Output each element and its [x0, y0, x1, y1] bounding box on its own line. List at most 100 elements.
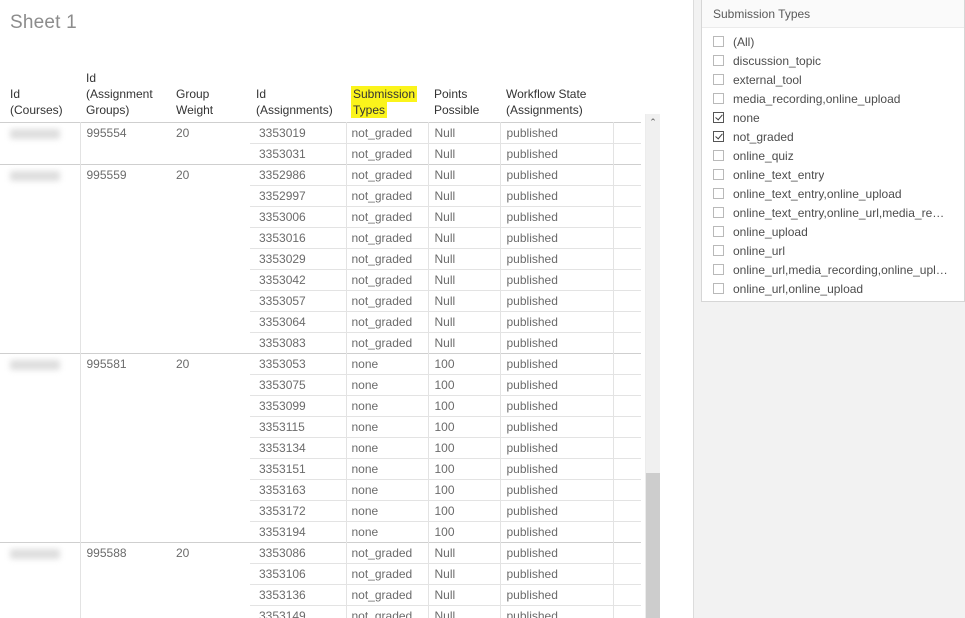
cell-course[interactable] — [0, 375, 80, 396]
filter-option-online-text-entry-online-url-media-re[interactable]: online_text_entry,online_url,media_re… — [702, 203, 964, 222]
cell-weight[interactable] — [170, 459, 250, 480]
table-row[interactable]: 3353057not_gradedNullpublished — [0, 291, 641, 312]
cell-group[interactable] — [80, 438, 170, 459]
cell-weight[interactable] — [170, 564, 250, 585]
cell-course[interactable] — [0, 270, 80, 291]
checkbox-icon[interactable] — [713, 36, 724, 47]
cell-subtype[interactable]: not_graded — [346, 228, 428, 249]
cell-group[interactable] — [80, 333, 170, 354]
cell-subtype[interactable]: not_graded — [346, 249, 428, 270]
cell-group[interactable] — [80, 207, 170, 228]
cell-assign[interactable]: 3352986 — [250, 165, 346, 186]
column-header-points-possible[interactable]: Points Possible — [428, 56, 500, 123]
cell-course[interactable] — [0, 186, 80, 207]
cell-workflow[interactable]: published — [500, 438, 613, 459]
cell-course[interactable] — [0, 123, 80, 144]
cell-subtype[interactable]: none — [346, 480, 428, 501]
cell-workflow[interactable]: published — [500, 543, 613, 564]
cell-subtype[interactable]: not_graded — [346, 585, 428, 606]
cell-weight[interactable]: 20 — [170, 165, 250, 186]
cell-workflow[interactable]: published — [500, 123, 613, 144]
column-header-group-weight[interactable]: Group Weight — [170, 56, 250, 123]
cell-workflow[interactable]: published — [500, 207, 613, 228]
cell-workflow[interactable]: published — [500, 585, 613, 606]
cell-workflow[interactable]: published — [500, 249, 613, 270]
checkbox-icon[interactable] — [713, 93, 724, 104]
cell-assign[interactable]: 3353136 — [250, 585, 346, 606]
filter-option-online-quiz[interactable]: online_quiz — [702, 146, 964, 165]
cell-workflow[interactable]: published — [500, 375, 613, 396]
cell-weight[interactable] — [170, 480, 250, 501]
table-row[interactable]: 3353099none100published — [0, 396, 641, 417]
cell-group[interactable] — [80, 270, 170, 291]
cell-course[interactable] — [0, 249, 80, 270]
cell-group[interactable]: 995559 — [80, 165, 170, 186]
checkbox-icon[interactable] — [713, 169, 724, 180]
cell-subtype[interactable]: none — [346, 459, 428, 480]
table-row[interactable]: 995559203352986not_gradedNullpublished — [0, 165, 641, 186]
cell-assign[interactable]: 3353163 — [250, 480, 346, 501]
cell-points[interactable]: 100 — [428, 375, 500, 396]
scrollbar-thumb[interactable] — [646, 473, 660, 618]
cell-workflow[interactable]: published — [500, 291, 613, 312]
cell-assign[interactable]: 3353057 — [250, 291, 346, 312]
filter-option-media-recording-online-upload[interactable]: media_recording,online_upload — [702, 89, 964, 108]
cell-workflow[interactable]: published — [500, 396, 613, 417]
cell-assign[interactable]: 3353031 — [250, 144, 346, 165]
cell-subtype[interactable]: not_graded — [346, 165, 428, 186]
cell-assign[interactable]: 3353083 — [250, 333, 346, 354]
cell-group[interactable] — [80, 522, 170, 543]
cell-workflow[interactable]: published — [500, 312, 613, 333]
cell-group[interactable] — [80, 312, 170, 333]
cell-subtype[interactable]: none — [346, 438, 428, 459]
cell-subtype[interactable]: not_graded — [346, 333, 428, 354]
cell-assign[interactable]: 3353099 — [250, 396, 346, 417]
cell-points[interactable]: Null — [428, 606, 500, 618]
cell-course[interactable] — [0, 417, 80, 438]
cell-course[interactable] — [0, 207, 80, 228]
checkbox-icon[interactable] — [713, 74, 724, 85]
checkbox-icon[interactable] — [713, 283, 724, 294]
checkbox-icon[interactable] — [713, 264, 724, 275]
filter-option-online-url-media-recording-online-upl[interactable]: online_url,media_recording,online_upl… — [702, 260, 964, 279]
cell-course[interactable] — [0, 396, 80, 417]
cell-course[interactable] — [0, 291, 80, 312]
cell-workflow[interactable]: published — [500, 144, 613, 165]
cell-points[interactable]: 100 — [428, 438, 500, 459]
cell-group[interactable] — [80, 186, 170, 207]
table-row[interactable]: 3353136not_gradedNullpublished — [0, 585, 641, 606]
cell-workflow[interactable]: published — [500, 606, 613, 618]
cell-assign[interactable]: 3353016 — [250, 228, 346, 249]
table-row[interactable]: 3353194none100published — [0, 522, 641, 543]
scroll-up-arrow-icon[interactable]: ⌃ — [646, 114, 660, 130]
cell-subtype[interactable]: none — [346, 396, 428, 417]
checkbox-icon[interactable] — [713, 55, 724, 66]
checkbox-icon[interactable] — [713, 226, 724, 237]
column-header-id-assignment-groups[interactable]: Id (Assignment Groups) — [80, 56, 170, 123]
cell-subtype[interactable]: not_graded — [346, 312, 428, 333]
cell-subtype[interactable]: not_graded — [346, 564, 428, 585]
cell-weight[interactable] — [170, 585, 250, 606]
cell-assign[interactable]: 3353194 — [250, 522, 346, 543]
table-row[interactable]: 3353149not_gradedNullpublished — [0, 606, 641, 618]
cell-points[interactable]: 100 — [428, 459, 500, 480]
cell-points[interactable]: Null — [428, 207, 500, 228]
cell-course[interactable] — [0, 564, 80, 585]
cell-assign[interactable]: 3353134 — [250, 438, 346, 459]
cell-weight[interactable] — [170, 186, 250, 207]
cell-subtype[interactable]: none — [346, 417, 428, 438]
cell-weight[interactable] — [170, 438, 250, 459]
cell-weight[interactable] — [170, 144, 250, 165]
cell-subtype[interactable]: not_graded — [346, 123, 428, 144]
viz-vertical-scrollbar[interactable]: ⌃ — [645, 114, 660, 618]
filter-option-all[interactable]: (All) — [702, 32, 964, 51]
cell-points[interactable]: Null — [428, 123, 500, 144]
table-row[interactable]: 3353031not_gradedNullpublished — [0, 144, 641, 165]
filter-option-not-graded[interactable]: not_graded — [702, 127, 964, 146]
cell-workflow[interactable]: published — [500, 501, 613, 522]
filter-option-none[interactable]: none — [702, 108, 964, 127]
cell-weight[interactable] — [170, 312, 250, 333]
checkbox-checked-icon[interactable] — [713, 112, 724, 123]
cell-workflow[interactable]: published — [500, 459, 613, 480]
cell-weight[interactable]: 20 — [170, 354, 250, 375]
